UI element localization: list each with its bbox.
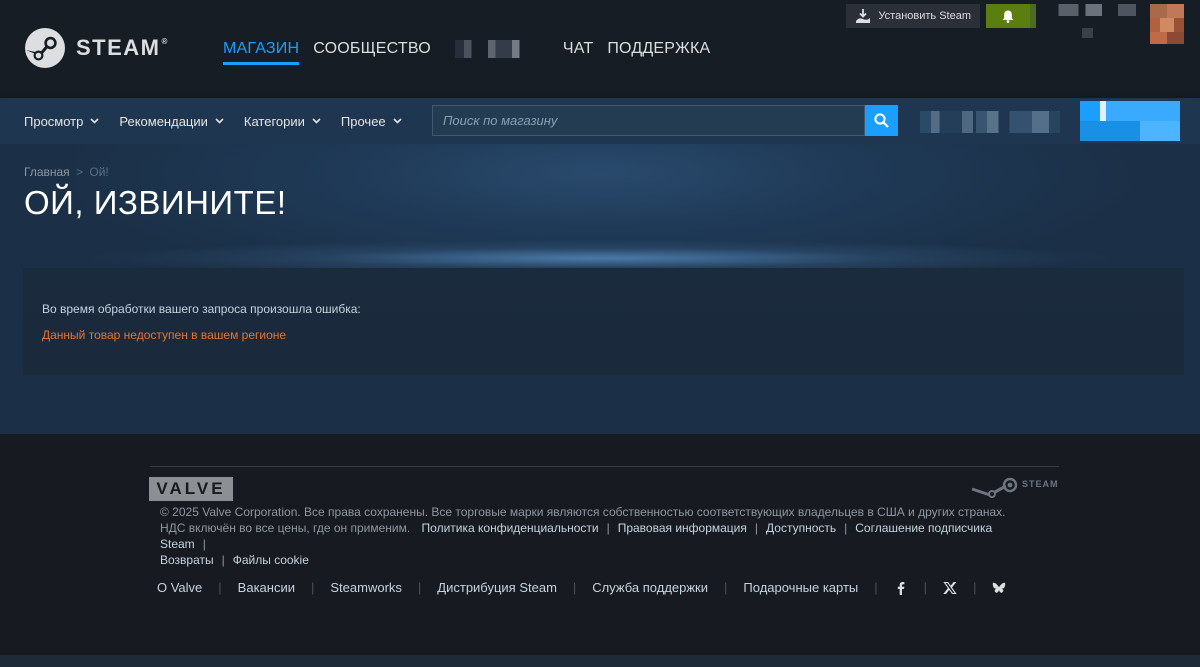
breadcrumb-separator: > — [76, 165, 84, 179]
footer-link-separator: | — [218, 580, 222, 595]
install-steam-button[interactable]: Установить Steam — [846, 4, 980, 28]
valve-logo[interactable]: VALVE — [149, 477, 233, 501]
footer-link-distribution[interactable]: Дистрибуция Steam — [437, 580, 557, 595]
breadcrumb-current: Ой! — [89, 165, 109, 179]
chevron-down-icon — [215, 118, 224, 124]
breadcrumb-home[interactable]: Главная — [24, 165, 70, 179]
footer-link-support[interactable]: Служба поддержки — [592, 580, 708, 595]
footer-link-gift-cards[interactable]: Подарочные карты — [743, 580, 858, 595]
steam-footer-logo[interactable]: STEAM — [970, 477, 1059, 501]
footer-link-about-valve[interactable]: О Valve — [157, 580, 202, 595]
content-glow — [0, 238, 1200, 272]
footer-link-separator: | — [874, 580, 878, 595]
privacy-policy-link[interactable]: Политика конфиденциальности — [422, 521, 599, 535]
steam-logo-text: STEAM® — [76, 35, 169, 60]
tab-other[interactable]: Прочее — [341, 114, 402, 129]
steam-logo-icon — [25, 28, 65, 68]
search-button[interactable] — [865, 105, 898, 136]
tab-other-label: Прочее — [340, 113, 386, 129]
steam-logo[interactable]: STEAM® — [24, 27, 169, 69]
wishlist-button-pixelated[interactable] — [1080, 101, 1180, 141]
steam-footer-logo-icon — [971, 477, 1018, 498]
search-input[interactable] — [432, 105, 865, 136]
account-menu-pixelated[interactable] — [1046, 4, 1136, 44]
valve-logo-text: VALVE — [156, 479, 226, 498]
legal-text: © 2025 Valve Corporation. Все права сохр… — [160, 504, 1040, 568]
download-icon — [856, 9, 871, 23]
refunds-link[interactable]: Возвраты — [160, 553, 214, 567]
top-actions: Установить Steam — [846, 4, 1200, 44]
page-title: ОЙ, ИЗВИНИТЕ! — [24, 184, 287, 221]
footer-link-separator: | — [923, 580, 928, 595]
nav-chat[interactable]: ЧАТ — [563, 40, 593, 65]
error-panel: Во время обработки вашего запроса произо… — [23, 268, 1184, 375]
legal-separator: | — [221, 553, 225, 567]
tab-browse[interactable]: Просмотр — [24, 114, 99, 129]
notifications-side — [1030, 4, 1036, 28]
breadcrumb: Главная > Ой! — [24, 165, 109, 179]
error-message: Данный товар недоступен в вашем регионе — [42, 328, 287, 342]
nav-profile-pixelated[interactable] — [454, 40, 547, 58]
legal-separator: | — [202, 537, 206, 551]
main-nav: МАГАЗИН СООБЩЕСТВО ЧАТ ПОДДЕРЖКА — [223, 40, 724, 65]
nav-support[interactable]: ПОДДЕРЖКА — [607, 40, 710, 65]
error-intro-text: Во время обработки вашего запроса произо… — [42, 302, 361, 316]
footer-bottom-strip — [0, 655, 1200, 667]
tab-categories-label: Категории — [243, 113, 305, 129]
tab-browse-label: Просмотр — [24, 113, 84, 129]
footer-link-separator: | — [973, 580, 977, 595]
global-header: STEAM® МАГАЗИН СООБЩЕСТВО ЧАТ ПОДДЕРЖКА … — [0, 0, 1200, 98]
store-search — [432, 105, 898, 136]
chevron-down-icon — [393, 118, 402, 124]
footer-divider — [150, 466, 1059, 467]
nav-store[interactable]: МАГАЗИН — [223, 40, 300, 65]
store-nav-pixelated-links[interactable] — [920, 111, 1060, 133]
install-steam-label: Установить Steam — [878, 10, 971, 22]
copyright-text: © 2025 Valve Corporation. Все права сохр… — [160, 505, 1006, 519]
search-icon — [874, 113, 889, 128]
vat-note: НДС включён во все цены, где он применим… — [160, 521, 411, 535]
footer-link-separator: | — [572, 580, 577, 595]
bell-icon — [1002, 10, 1014, 23]
legal-separator: | — [754, 521, 759, 535]
cookies-link[interactable]: Файлы cookie — [233, 553, 309, 567]
facebook-icon[interactable] — [894, 581, 908, 595]
footer-link-separator: | — [310, 580, 315, 595]
footer-link-steamworks[interactable]: Steamworks — [330, 580, 402, 595]
steam-footer-logo-text: STEAM — [1022, 479, 1059, 489]
tab-recommendations-label: Рекомендации — [119, 113, 208, 129]
legal-separator: | — [606, 521, 610, 535]
legal-info-link[interactable]: Правовая информация — [618, 521, 747, 535]
footer-link-separator: | — [724, 580, 728, 595]
tab-categories[interactable]: Категории — [244, 114, 321, 129]
legal-links: НДС включён во все цены, где он применим… — [160, 520, 1040, 568]
footer: VALVE STEAM © 2025 Valve Corporation. Вс… — [0, 434, 1200, 655]
avatar[interactable] — [1150, 4, 1184, 44]
nav-community[interactable]: СООБЩЕСТВО — [313, 40, 431, 65]
legal-separator: | — [844, 521, 848, 535]
tab-recommendations[interactable]: Рекомендации — [119, 114, 224, 129]
x-icon[interactable] — [943, 581, 957, 595]
chevron-down-icon — [90, 118, 99, 124]
footer-links: О Valve | Вакансии | Steamworks | Дистри… — [157, 580, 1006, 595]
notifications-button[interactable] — [986, 4, 1030, 28]
store-tabs: Просмотр Рекомендации Категории Прочее — [24, 98, 422, 144]
accessibility-link[interactable]: Доступность — [766, 521, 836, 535]
footer-link-jobs[interactable]: Вакансии — [238, 580, 295, 595]
bluesky-icon[interactable] — [992, 581, 1006, 595]
footer-link-separator: | — [417, 580, 422, 595]
chevron-down-icon — [312, 118, 321, 124]
